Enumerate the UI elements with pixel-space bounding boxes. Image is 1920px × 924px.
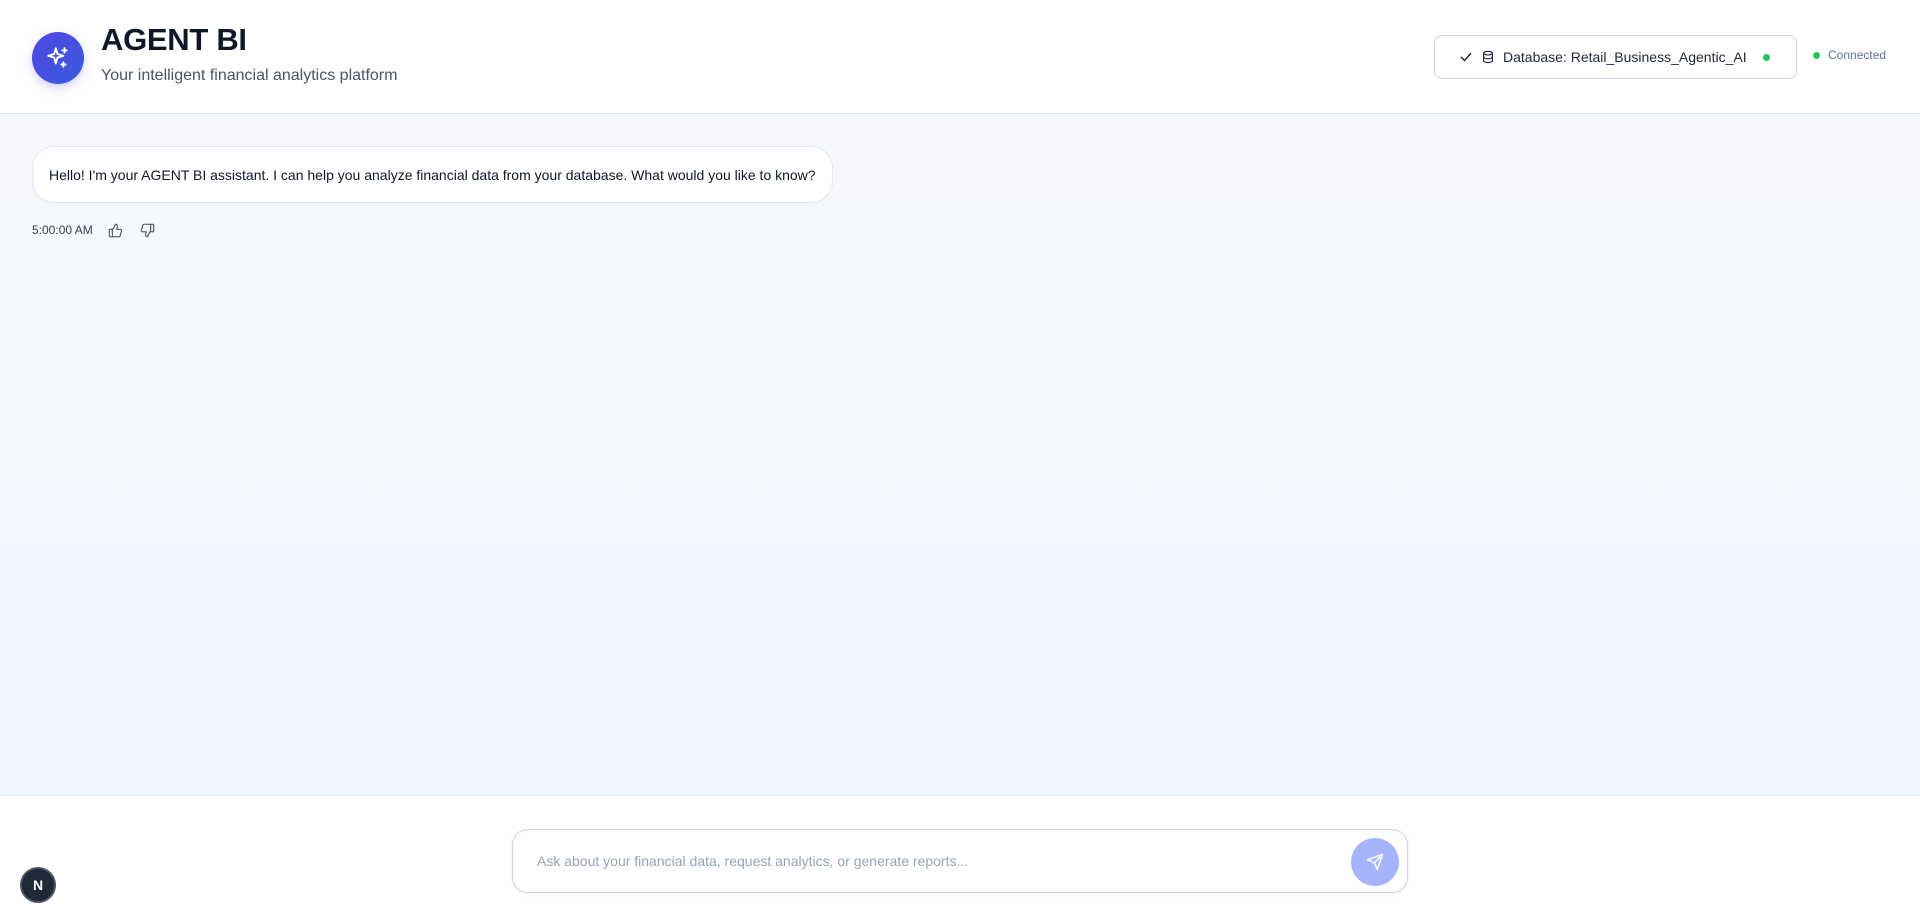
thumbs-up-icon — [108, 223, 123, 237]
app-root: AGENT BI Your intelligent financial anal… — [0, 0, 1920, 924]
status-text: Connected — [1828, 48, 1887, 62]
app-logo — [32, 32, 84, 84]
badge-letter: N — [32, 877, 44, 893]
send-button[interactable] — [1351, 838, 1399, 886]
check-icon — [1460, 52, 1472, 62]
message-meta: 5:00:00 AM — [32, 221, 157, 239]
database-status-dot — [1762, 53, 1770, 61]
assistant-message: Hello! I'm your AGENT BI assistant. I ca… — [32, 146, 833, 203]
chat-area: Hello! I'm your AGENT BI assistant. I ca… — [0, 115, 1920, 795]
connection-status: Connected — [1813, 48, 1886, 62]
database-selector[interactable]: Database: Retail_Business_Agentic_AI — [1434, 35, 1797, 79]
composer — [512, 829, 1408, 893]
thumbs-down-icon — [141, 223, 155, 237]
message-input[interactable] — [537, 830, 1317, 892]
sparkles-icon — [47, 47, 68, 68]
message-timestamp: 5:00:00 AM — [32, 223, 93, 237]
thumbs-down-button[interactable] — [139, 221, 157, 239]
status-dot — [1813, 51, 1820, 59]
database-label: Database: Retail_Business_Agentic_AI — [1503, 49, 1747, 65]
database-icon — [1483, 50, 1493, 64]
send-icon — [1366, 853, 1384, 871]
composer-area: N — [0, 795, 1920, 924]
app-subtitle: Your intelligent financial analytics pla… — [101, 67, 398, 84]
assistant-message-text: Hello! I'm your AGENT BI assistant. I ca… — [49, 166, 816, 183]
next-dev-badge[interactable]: N — [20, 867, 56, 903]
thumbs-up-button[interactable] — [107, 221, 125, 239]
app-header: AGENT BI Your intelligent financial anal… — [0, 0, 1920, 114]
app-title: AGENT BI — [101, 22, 247, 57]
